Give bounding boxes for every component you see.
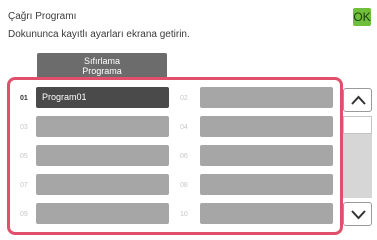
program-grid: 01 Program01 02 03 04 05 06 07 08 09 10: [7, 77, 343, 235]
program-slot-07[interactable]: [36, 174, 169, 195]
program-slot-03[interactable]: [36, 116, 169, 137]
scroll-track[interactable]: [343, 116, 372, 198]
program-slot-06[interactable]: [200, 145, 333, 166]
scroll-down-button[interactable]: [343, 202, 372, 226]
scrollbar: [343, 84, 372, 230]
program-slot-01[interactable]: Program01: [36, 87, 169, 108]
program-slot-09[interactable]: [36, 203, 169, 224]
reset-program-label-line1: Sıfırlama: [83, 56, 120, 66]
program-slot-05[interactable]: [36, 145, 169, 166]
program-number-02: 02: [180, 95, 188, 102]
program-number-07: 07: [20, 182, 28, 189]
reset-program-label-line2: Programa: [82, 66, 122, 76]
call-program-screen: Çağrı Programı Dokununca kayıtlı ayarlar…: [0, 0, 377, 240]
reset-program-button[interactable]: Sıfırlama Programa: [37, 53, 167, 77]
program-number-10: 10: [180, 211, 188, 218]
chevron-down-icon: [351, 210, 366, 220]
program-slot-02[interactable]: [200, 87, 333, 108]
program-number-03: 03: [20, 124, 28, 131]
page-title: Çağrı Programı: [8, 11, 77, 22]
program-number-05: 05: [20, 153, 28, 160]
program-number-06: 06: [180, 153, 188, 160]
scroll-up-button[interactable]: [343, 88, 372, 112]
scroll-thumb[interactable]: [343, 116, 372, 134]
program-slot-04[interactable]: [200, 116, 333, 137]
page-instruction: Dokununca kayıtlı ayarları ekrana getiri…: [8, 29, 190, 40]
program-slot-08[interactable]: [200, 174, 333, 195]
ok-button[interactable]: OK: [353, 8, 371, 26]
program-slot-10[interactable]: [200, 203, 333, 224]
program-number-01: 01: [20, 95, 28, 102]
program-number-04: 04: [180, 124, 188, 131]
program-number-08: 08: [180, 182, 188, 189]
chevron-up-icon: [351, 95, 366, 105]
program-number-09: 09: [20, 211, 28, 218]
